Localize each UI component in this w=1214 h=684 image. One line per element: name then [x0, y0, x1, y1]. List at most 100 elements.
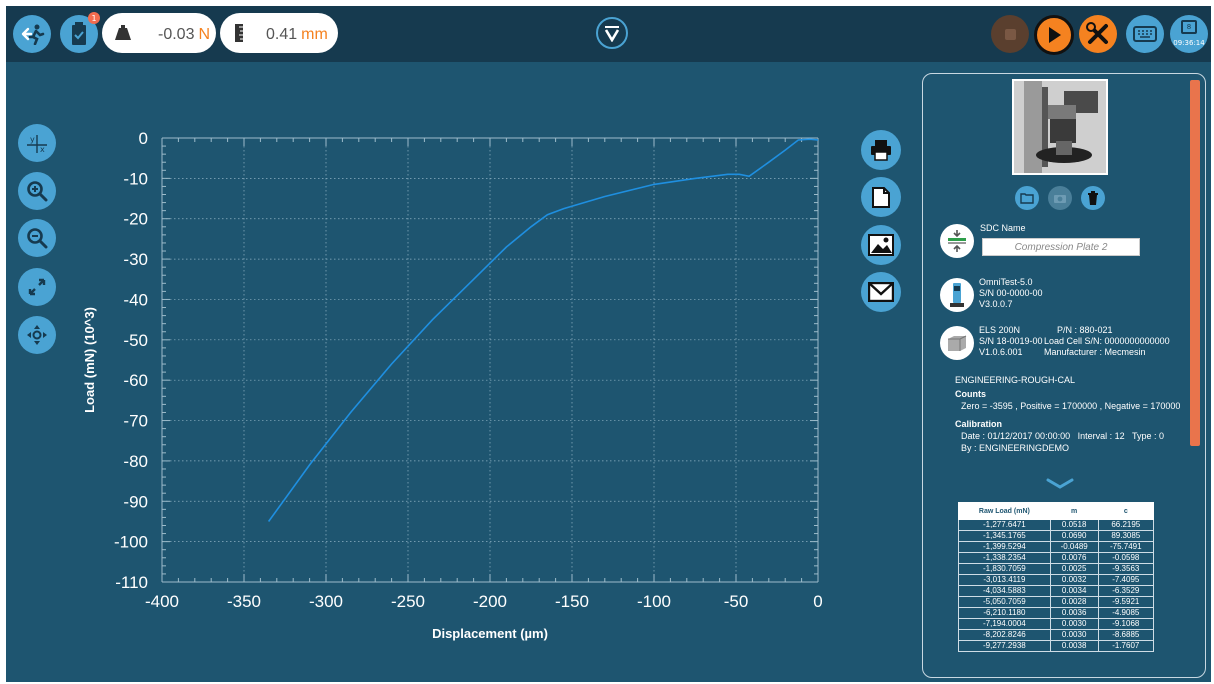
y-tick-label: -10 [123, 169, 148, 188]
table-cell: -8,202.8246 [958, 629, 1051, 641]
load-cell-icon [940, 326, 974, 360]
export-file-button[interactable] [861, 177, 901, 217]
tools-button[interactable] [1079, 15, 1117, 53]
counts-text: Zero = -3595 , Positive = 1700000 , Nega… [961, 401, 1180, 411]
camera-icon [1054, 194, 1066, 203]
y-tick-label: -20 [123, 210, 148, 229]
folder-icon [1020, 193, 1034, 204]
table-row: -3,013.4119 0.0032 -7.4095 [958, 574, 1155, 586]
x-tick-label: -150 [555, 592, 589, 611]
clock-text: 09:36:14 [1173, 39, 1205, 47]
table-cell: 0.0028 [1049, 596, 1099, 608]
play-icon [1049, 27, 1061, 43]
table-cell: 0.0518 [1049, 519, 1099, 531]
load-cell-manufacturer: Manufacturer : Mecmesin [1044, 347, 1146, 357]
calendar-button[interactable]: 8 09:36:14 [1170, 15, 1208, 53]
table-cell: -9,277.2938 [958, 640, 1051, 652]
table-cell: -1,277.6471 [958, 519, 1051, 531]
x-tick-label: -100 [637, 592, 671, 611]
table-cell: -8.6885 [1097, 629, 1155, 641]
table-cell: -7,194.0004 [958, 618, 1051, 630]
series-line [267, 138, 819, 522]
y-tick-label: -110 [115, 573, 148, 592]
keyboard-button[interactable] [1126, 15, 1164, 53]
table-cell: 0.0690 [1049, 530, 1099, 542]
document-icon [872, 187, 890, 208]
app-window: 1 -0.03 N 0.41 mm 8 09:36:14 y x -400 -3… [6, 6, 1211, 682]
table-cell: 0.0038 [1049, 640, 1099, 652]
table-cell: 89.3085 [1097, 530, 1155, 542]
load-cell-version: V1.0.6.001 [979, 347, 1023, 357]
table-cell: -0.0598 [1097, 552, 1155, 564]
table-cell: 0.0076 [1049, 552, 1099, 564]
table-row: -9,277.2938 0.0038 -1.7607 [958, 640, 1155, 652]
table-row: -1,277.6471 0.0518 66.2195 [958, 519, 1155, 531]
panel-scrollbar[interactable] [1190, 80, 1200, 446]
table-cell: 0.0030 [1049, 618, 1099, 630]
table-row: -1,830.7059 0.0025 -9.3563 [958, 563, 1155, 575]
x-tick-label: -200 [473, 592, 507, 611]
table-cell: -1.7607 [1097, 640, 1155, 652]
table-cell: 0.0032 [1049, 574, 1099, 586]
table-cell: 0.0036 [1049, 607, 1099, 619]
load-cell-details: P/N : 880-021 Load Cell S/N: 00000000000… [1044, 325, 1170, 358]
load-displacement-chart[interactable]: -400 -350 -300 -250 -200 -150 -100 -50 0 0 -10 -20 -… [6, 6, 906, 666]
table-cell: -1,345.1765 [958, 530, 1051, 542]
console-model: OmniTest-5.0 [979, 277, 1033, 287]
chevron-down-icon[interactable] [1046, 478, 1074, 490]
table-cell: -0.0489 [1049, 541, 1099, 553]
table-cell: 0.0034 [1049, 585, 1099, 597]
y-tick-label: -80 [123, 452, 148, 471]
table-cell: -1,338.2354 [958, 552, 1051, 564]
print-button[interactable] [861, 130, 901, 170]
x-tick-label: 0 [813, 592, 822, 611]
printer-icon [871, 140, 891, 161]
sdc-name-input[interactable]: Compression Plate 2 [982, 238, 1140, 256]
table-cell: -7.4095 [1097, 574, 1155, 586]
console-icon [940, 278, 974, 312]
table-cell: 0.0030 [1049, 629, 1099, 641]
y-tick-label: 0 [139, 129, 148, 148]
column-header: c [1097, 502, 1155, 520]
calibration-by: By : ENGINEERINGDEMO [961, 443, 1070, 453]
y-tick-label: -50 [123, 331, 148, 350]
table-row: -1,399.5294 -0.0489 -75.7491 [958, 541, 1155, 553]
trash-icon [1088, 191, 1098, 205]
load-cell-part-number: P/N : 880-021 [1057, 325, 1113, 335]
console-info: OmniTest-5.0 S/N 00-0000-00 V3.0.0.7 [979, 277, 1043, 310]
play-button[interactable] [1034, 15, 1074, 55]
delete-image-button[interactable] [1081, 186, 1105, 210]
table-cell: -6,210.1180 [958, 607, 1051, 619]
calibration-date: Date : 01/12/2017 00:00:00 Interval : 12… [961, 431, 1164, 441]
tools-icon [1086, 22, 1108, 44]
table-row: -1,345.1765 0.0690 89.3085 [958, 530, 1155, 542]
x-tick-label: -350 [227, 592, 261, 611]
calibration-table: Raw Load (mN) m c -1,277.6471 0.0518 66.21… [958, 502, 1155, 652]
y-tick-label: -30 [123, 250, 148, 269]
calibration-heading: Calibration [955, 419, 1003, 429]
table-cell: -75.7491 [1097, 541, 1155, 553]
stop-button[interactable] [991, 15, 1029, 53]
y-tick-label: -40 [123, 290, 148, 309]
table-row: -4,034.5883 0.0034 -6.3529 [958, 585, 1155, 597]
open-folder-button[interactable] [1015, 186, 1039, 210]
calibration-name: ENGINEERING-ROUGH-CAL [955, 375, 1076, 385]
email-button[interactable] [861, 272, 901, 312]
y-tick-label: -90 [123, 492, 148, 511]
export-image-button[interactable] [861, 225, 901, 265]
x-tick-label: -300 [309, 592, 343, 611]
image-icon [868, 234, 894, 256]
sdc-label: SDC Name [980, 223, 1026, 233]
camera-button[interactable] [1048, 186, 1072, 210]
y-tick-label: -70 [123, 412, 148, 431]
fixture-photo [1012, 79, 1108, 175]
table-cell: -1,399.5294 [958, 541, 1051, 553]
table-row: -8,202.8246 0.0030 -8.6885 [958, 629, 1155, 641]
table-cell: 0.0025 [1049, 563, 1099, 575]
column-header: Raw Load (mN) [958, 502, 1051, 520]
x-axis-label: Displacement (µm) [432, 626, 548, 641]
x-tick-label: -250 [391, 592, 425, 611]
table-row: -7,194.0004 0.0030 -9.1068 [958, 618, 1155, 630]
sdc-icon [940, 224, 974, 258]
load-cell-info: ELS 200N S/N 18-0019-00 V1.0.6.001 [979, 325, 1043, 358]
